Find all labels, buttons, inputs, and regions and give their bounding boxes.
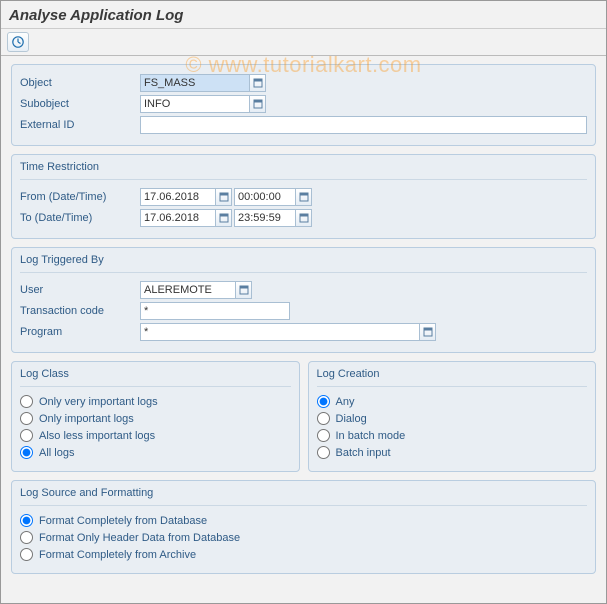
calendar-icon[interactable] bbox=[216, 188, 232, 206]
triggered-by-group: Log Triggered By User Transaction code P… bbox=[11, 247, 596, 353]
to-label: To (Date/Time) bbox=[20, 212, 140, 224]
triggered-by-title: Log Triggered By bbox=[20, 254, 587, 273]
log-source-option[interactable]: Format Completely from Database bbox=[20, 514, 587, 527]
radio-label: In batch mode bbox=[336, 430, 406, 442]
log-creation-option[interactable]: Any bbox=[317, 395, 588, 408]
radio-button[interactable] bbox=[20, 446, 33, 459]
basic-fields-group: Object Subobject External ID bbox=[11, 64, 596, 146]
radio-label: Format Only Header Data from Database bbox=[39, 532, 240, 544]
radio-button[interactable] bbox=[317, 446, 330, 459]
log-creation-group: Log Creation Any Dialog In batch mode Ba… bbox=[308, 361, 597, 472]
radio-button[interactable] bbox=[20, 514, 33, 527]
tcode-input[interactable] bbox=[140, 302, 290, 320]
search-help-icon[interactable] bbox=[250, 74, 266, 92]
radio-label: Format Completely from Archive bbox=[39, 549, 196, 561]
log-class-option[interactable]: Only important logs bbox=[20, 412, 291, 425]
search-help-icon[interactable] bbox=[250, 95, 266, 113]
toolbar bbox=[1, 29, 606, 56]
search-help-icon[interactable] bbox=[296, 209, 312, 227]
radio-button[interactable] bbox=[20, 395, 33, 408]
radio-label: Only very important logs bbox=[39, 396, 158, 408]
object-input[interactable] bbox=[140, 74, 250, 92]
radio-label: All logs bbox=[39, 447, 74, 459]
radio-button[interactable] bbox=[317, 429, 330, 442]
calendar-icon[interactable] bbox=[216, 209, 232, 227]
log-source-title: Log Source and Formatting bbox=[20, 487, 587, 506]
tcode-label: Transaction code bbox=[20, 305, 140, 317]
radio-label: Any bbox=[336, 396, 355, 408]
program-input[interactable] bbox=[140, 323, 420, 341]
subobject-input[interactable] bbox=[140, 95, 250, 113]
log-creation-option[interactable]: In batch mode bbox=[317, 429, 588, 442]
radio-label: Also less important logs bbox=[39, 430, 155, 442]
radio-button[interactable] bbox=[20, 429, 33, 442]
radio-button[interactable] bbox=[317, 395, 330, 408]
external-id-label: External ID bbox=[20, 119, 140, 131]
search-help-icon[interactable] bbox=[296, 188, 312, 206]
radio-label: Batch input bbox=[336, 447, 391, 459]
radio-button[interactable] bbox=[20, 531, 33, 544]
log-creation-title: Log Creation bbox=[317, 368, 588, 387]
log-source-option[interactable]: Format Completely from Archive bbox=[20, 548, 587, 561]
time-restriction-group: Time Restriction From (Date/Time) T bbox=[11, 154, 596, 239]
log-creation-option[interactable]: Dialog bbox=[317, 412, 588, 425]
log-class-option[interactable]: All logs bbox=[20, 446, 291, 459]
execute-button[interactable] bbox=[7, 32, 29, 52]
log-class-group: Log Class Only very important logs Only … bbox=[11, 361, 300, 472]
to-time-input[interactable] bbox=[234, 209, 296, 227]
log-source-option[interactable]: Format Only Header Data from Database bbox=[20, 531, 587, 544]
subobject-label: Subobject bbox=[20, 98, 140, 110]
user-input[interactable] bbox=[140, 281, 236, 299]
search-help-icon[interactable] bbox=[236, 281, 252, 299]
search-help-icon[interactable] bbox=[420, 323, 436, 341]
radio-button[interactable] bbox=[20, 412, 33, 425]
radio-button[interactable] bbox=[20, 548, 33, 561]
log-class-option[interactable]: Only very important logs bbox=[20, 395, 291, 408]
from-date-input[interactable] bbox=[140, 188, 216, 206]
external-id-input[interactable] bbox=[140, 116, 587, 134]
to-date-input[interactable] bbox=[140, 209, 216, 227]
program-label: Program bbox=[20, 326, 140, 338]
radio-label: Format Completely from Database bbox=[39, 515, 207, 527]
user-label: User bbox=[20, 284, 140, 296]
log-creation-option[interactable]: Batch input bbox=[317, 446, 588, 459]
from-label: From (Date/Time) bbox=[20, 191, 140, 203]
page-title: Analyse Application Log bbox=[1, 1, 606, 29]
object-label: Object bbox=[20, 77, 140, 89]
radio-button[interactable] bbox=[317, 412, 330, 425]
log-class-title: Log Class bbox=[20, 368, 291, 387]
radio-label: Dialog bbox=[336, 413, 367, 425]
from-time-input[interactable] bbox=[234, 188, 296, 206]
log-source-group: Log Source and Formatting Format Complet… bbox=[11, 480, 596, 574]
time-restriction-title: Time Restriction bbox=[20, 161, 587, 180]
log-class-option[interactable]: Also less important logs bbox=[20, 429, 291, 442]
radio-label: Only important logs bbox=[39, 413, 134, 425]
